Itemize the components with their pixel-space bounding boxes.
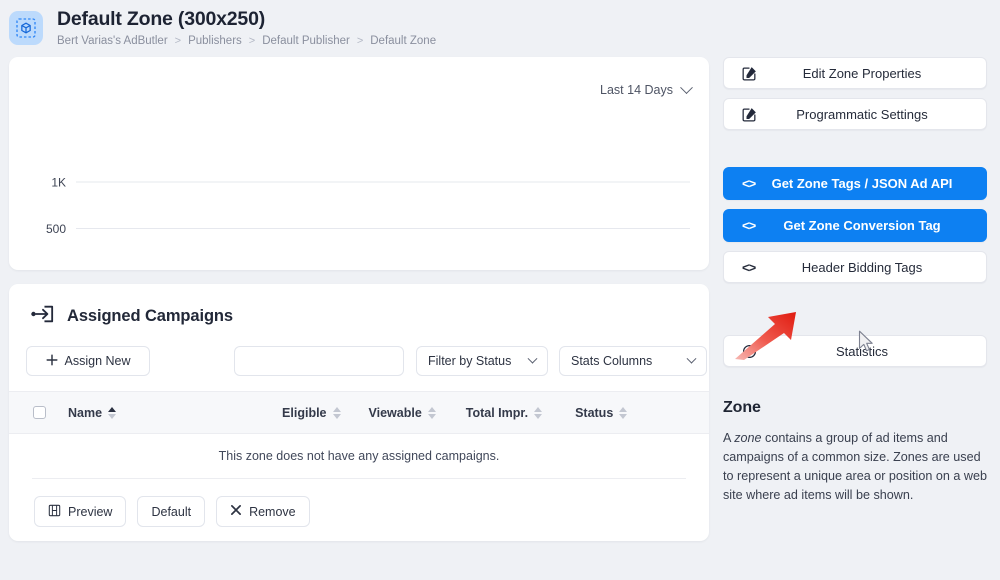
breadcrumb: Bert Varias's AdButler > Publishers > De…: [57, 34, 436, 48]
edit-square-icon: [742, 66, 757, 81]
campaigns-toolbar: Assign New Filter by Status Stats Column…: [9, 330, 709, 376]
get-zone-conversion-tag-label: Get Zone Conversion Tag: [783, 218, 941, 233]
assigned-campaigns-header: Assigned Campaigns: [9, 284, 709, 330]
column-label-total-impressions: Total Impr.: [465, 405, 529, 420]
stats-columns-select[interactable]: Stats Columns: [559, 346, 707, 376]
header-bidding-tags-label: Header Bidding Tags: [801, 259, 923, 275]
zone-cube-icon: [9, 11, 43, 45]
column-label-status: Status: [575, 405, 614, 420]
get-zone-tags-label: Get Zone Tags / JSON Ad API: [771, 176, 953, 191]
filter-by-status-select[interactable]: Filter by Status: [416, 346, 548, 376]
impressions-line-chart: 05001KSep 23Sep 25Sep 27Sep 29Oct 1Oct 3…: [9, 57, 709, 270]
page-layout: Last 14 Days 05001KSep 23Sep 25Sep 27Sep…: [0, 57, 1000, 541]
zone-info-body: A zone contains a group of ad items and …: [723, 429, 987, 505]
default-label: Default: [151, 504, 192, 519]
column-label-eligible: Eligible: [282, 405, 327, 420]
assign-arrow-icon: [31, 303, 55, 330]
sidebar: Edit Zone Properties Programmatic Settin…: [723, 57, 987, 505]
campaigns-table: Name Eligible Viewable Total Impr. Statu…: [9, 391, 709, 479]
zone-info-emphasis: zone: [734, 431, 762, 445]
column-header-status[interactable]: Status: [575, 405, 628, 420]
sort-icon: [534, 406, 543, 419]
zone-info-text-before: A: [723, 431, 735, 445]
programmatic-settings-label: Programmatic Settings: [796, 106, 928, 122]
svg-text:1K: 1K: [51, 176, 66, 190]
sort-icon: [427, 406, 436, 419]
plus-icon: [45, 353, 58, 369]
statistics-label: Statistics: [835, 343, 888, 359]
film-icon: [48, 504, 61, 520]
zone-info-text-after: contains a group of ad items and campaig…: [723, 431, 987, 502]
assigned-campaigns-title: Assigned Campaigns: [67, 307, 233, 325]
preview-label: Preview: [68, 504, 113, 519]
default-button[interactable]: Default: [137, 496, 206, 527]
remove-label: Remove: [249, 504, 296, 519]
chart-svg: 05001KSep 23Sep 25Sep 27Sep 29Oct 1Oct 3…: [46, 176, 690, 271]
header-bidding-tags-button[interactable]: <> Header Bidding Tags: [723, 251, 987, 283]
edit-zone-properties-button[interactable]: Edit Zone Properties: [723, 57, 987, 89]
main-column: Last 14 Days 05001KSep 23Sep 25Sep 27Sep…: [9, 57, 709, 541]
breadcrumb-item-1[interactable]: Publishers: [188, 34, 242, 48]
programmatic-settings-button[interactable]: Programmatic Settings: [723, 98, 987, 130]
header-text-block: Default Zone (300x250) Bert Varias's AdB…: [57, 7, 436, 48]
edit-square-icon: [742, 107, 757, 122]
assigned-campaigns-card: Assigned Campaigns Assign New Filter by …: [9, 284, 709, 541]
svg-text:500: 500: [46, 222, 66, 236]
get-zone-conversion-tag-button[interactable]: <> Get Zone Conversion Tag: [723, 209, 987, 242]
breadcrumb-separator: >: [248, 35, 256, 47]
campaigns-footer-actions: Preview Default Remove: [9, 479, 709, 527]
campaign-search-input[interactable]: [234, 346, 404, 376]
filter-by-status-label: Filter by Status: [428, 354, 512, 368]
sort-icon: [332, 406, 341, 419]
chevron-down-icon: [686, 353, 697, 364]
get-zone-tags-button[interactable]: <> Get Zone Tags / JSON Ad API: [723, 167, 987, 200]
sort-icon: [108, 406, 117, 419]
statistics-button[interactable]: Statistics: [723, 335, 987, 367]
column-label-name: Name: [68, 405, 103, 420]
breadcrumb-item-0[interactable]: Bert Varias's AdButler: [57, 34, 168, 48]
remove-button[interactable]: Remove: [216, 496, 310, 527]
page-header: Default Zone (300x250) Bert Varias's AdB…: [0, 0, 1000, 57]
code-icon: <>: [742, 218, 756, 233]
x-icon: [230, 504, 242, 519]
svg-text:0: 0: [59, 269, 66, 271]
assign-new-label: Assign New: [64, 354, 131, 368]
pie-chart-icon: [742, 344, 757, 359]
chevron-down-icon: [527, 353, 538, 364]
sort-icon: [619, 406, 628, 419]
edit-zone-properties-label: Edit Zone Properties: [802, 65, 922, 81]
breadcrumb-item-2[interactable]: Default Publisher: [262, 34, 350, 48]
zone-info-title: Zone: [723, 399, 761, 416]
column-header-eligible[interactable]: Eligible: [282, 405, 341, 420]
page-root: Default Zone (300x250) Bert Varias's AdB…: [0, 0, 1000, 580]
breadcrumb-separator: >: [356, 35, 364, 47]
breadcrumb-separator: >: [174, 35, 182, 47]
preview-button[interactable]: Preview: [34, 496, 127, 527]
campaigns-table-header: Name Eligible Viewable Total Impr. Statu…: [9, 391, 709, 434]
page-title: Default Zone (300x250): [57, 8, 266, 30]
column-label-viewable: Viewable: [368, 405, 422, 420]
assign-new-button[interactable]: Assign New: [26, 346, 150, 376]
code-icon: <>: [742, 176, 756, 191]
column-header-viewable[interactable]: Viewable: [369, 406, 436, 420]
stats-columns-label: Stats Columns: [571, 354, 653, 368]
code-icon: <>: [742, 259, 756, 275]
breadcrumb-item-3[interactable]: Default Zone: [370, 34, 436, 48]
select-all-checkbox[interactable]: [33, 406, 46, 419]
chart-card: Last 14 Days 05001KSep 23Sep 25Sep 27Sep…: [9, 57, 709, 270]
column-header-name[interactable]: Name: [68, 405, 117, 420]
column-header-total-impressions[interactable]: Total Impr.: [465, 405, 543, 420]
table-empty-message: This zone does not have any assigned cam…: [32, 434, 686, 479]
